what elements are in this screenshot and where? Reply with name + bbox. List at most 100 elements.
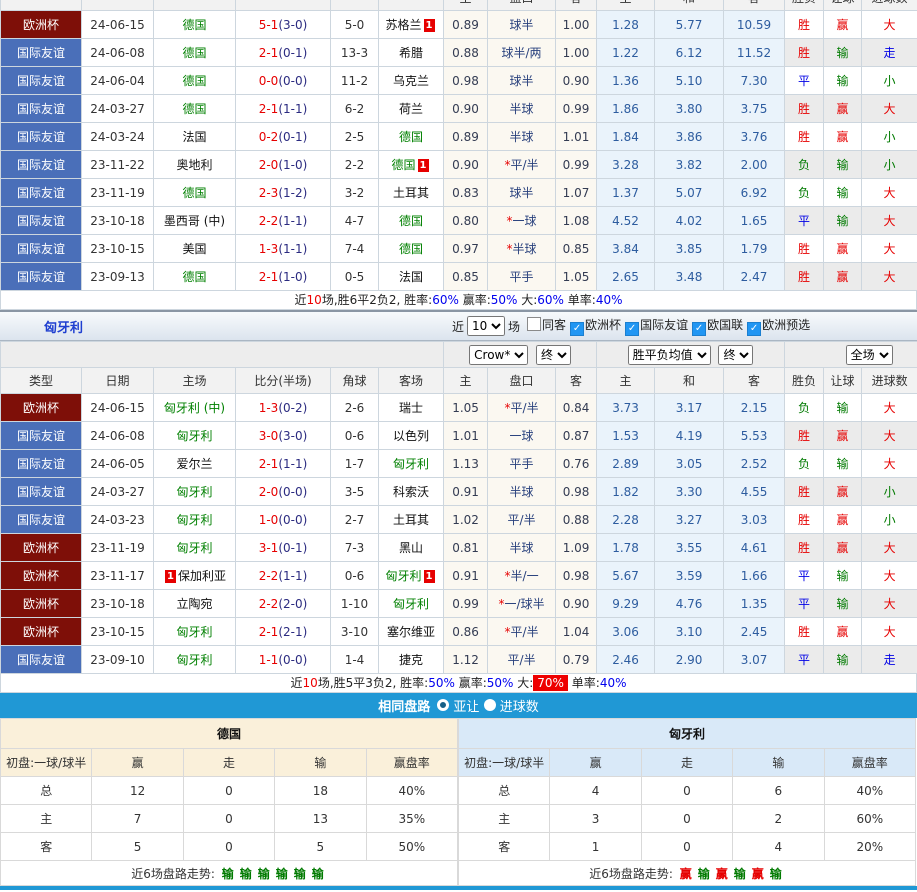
scope-select[interactable]: 全场 [846,345,893,365]
trend-item: 输 [222,867,234,881]
match-row: 国际友谊24-03-24法国0-2(0-1)2-5德国0.89半球1.011.8… [1,123,917,151]
match-cell-corner: 0-5 [331,263,379,291]
checkbox-checked[interactable]: ✓ [747,322,761,336]
team-name: 法国 [399,270,423,284]
match-cell-handicap: *半/一 [488,562,556,590]
asian-time-select[interactable]: 终 [536,345,571,365]
trend-item: 赢 [716,867,728,881]
trend-item: 输 [276,867,288,881]
team-name: 匈牙利 [386,569,422,583]
match-cell-euro-draw: 2.90 [655,646,724,674]
summary-part: 赢率: [455,676,487,690]
app-root: 主盘口客主和客胜负让球进球数 欧洲杯24-06-15德国5-1(3-0)5-0苏… [0,0,917,892]
stat-value: 50% [366,833,457,861]
match-cell-corner: 13-3 [331,39,379,67]
summary-part: 60% [537,293,564,307]
match-cell-home: 匈牙利 [154,618,236,646]
match-cell-result: 胜 [785,95,824,123]
match-cell-home: 德国 [154,95,236,123]
match-cell-date: 23-09-10 [82,646,154,674]
bottom-accent-line [0,886,917,890]
match-cell-score: 1-3(1-1) [236,235,331,263]
hungary-trend-values: 赢输赢输赢输 [677,867,785,881]
match-cell-handicap-result: 输 [824,67,862,95]
column-header-7: 盘口 [488,0,556,11]
match-cell-score: 2-1(2-1) [236,618,331,646]
bookmaker-select[interactable]: Crow* [469,345,528,365]
stat-value: 0 [641,805,732,833]
match-cell-away: 德国 [379,207,444,235]
near-label: 近 [452,318,464,335]
column-header-4 [331,0,379,11]
checkbox-checked[interactable]: ✓ [570,322,584,336]
match-row: 国际友谊24-03-27匈牙利2-0(0-0)3-5科索沃0.91半球0.981… [1,478,917,506]
column-header-8: 客 [556,0,597,11]
checkbox-checked[interactable]: ✓ [692,322,706,336]
radio-selected[interactable] [437,699,449,711]
match-cell-handicap: *一球 [488,207,556,235]
match-cell-goals: 大 [862,235,917,263]
match-cell-away: 匈牙利 [379,450,444,478]
match-row: 欧洲杯23-10-15匈牙利2-1(2-1)3-10塞尔维亚0.86*平/半1.… [1,618,917,646]
match-cell-date: 24-06-08 [82,39,154,67]
match-cell-corner: 2-5 [331,123,379,151]
germany-table-header-row: 主盘口客主和客胜负让球进球数 [1,0,917,11]
germany-trend-row: 近6场盘路走势: 输输输输输输 [1,861,458,886]
match-cell-corner: 0-6 [331,562,379,590]
match-cell-result: 胜 [785,11,824,39]
match-row: 国际友谊24-06-04德国0-0(0-0)11-2乌克兰0.98球半0.901… [1,67,917,95]
match-row: 国际友谊24-03-27德国2-1(1-1)6-2荷兰0.90半球0.991.8… [1,95,917,123]
column-header-6: 主 [444,368,488,394]
stat-value: 40% [366,777,457,805]
score-half: (1-2) [278,186,307,200]
radio-unselected[interactable] [484,699,496,711]
team-name: 德国 [399,242,423,256]
match-cell-euro-away: 3.03 [724,506,785,534]
match-cell-date: 24-03-23 [82,506,154,534]
match-cell-score: 2-0(0-0) [236,478,331,506]
checkbox-unchecked[interactable] [527,317,541,331]
match-cell-away: 以色列 [379,422,444,450]
star-mark: * [499,597,505,611]
match-cell-asian-home: 0.88 [444,39,488,67]
match-cell-handicap-result: 输 [824,39,862,67]
match-cell-type: 国际友谊 [1,646,82,674]
match-cell-result: 负 [785,179,824,207]
match-cell-result: 胜 [785,478,824,506]
match-cell-handicap-result: 输 [824,207,862,235]
match-cell-goals: 大 [862,422,917,450]
match-cell-score: 1-1(0-0) [236,646,331,674]
match-cell-handicap-result: 赢 [824,123,862,151]
match-cell-date: 23-10-18 [82,207,154,235]
match-count-select[interactable]: 10 [467,316,505,336]
stat-value: 0 [183,777,274,805]
match-cell-result: 平 [785,562,824,590]
match-cell-asian-away: 0.87 [556,422,597,450]
match-cell-asian-home: 0.80 [444,207,488,235]
hungary-trend-row: 近6场盘路走势: 赢输赢输赢输 [459,861,916,886]
column-header-2 [154,0,236,11]
match-cell-euro-draw: 3.48 [655,263,724,291]
match-cell-asian-home: 0.91 [444,478,488,506]
summary-part: 赢率: [459,293,491,307]
same-path-bar: 相同盘路 亚让 进球数 [0,693,917,718]
match-cell-score: 5-1(3-0) [236,11,331,39]
match-cell-result: 平 [785,67,824,95]
match-cell-handicap: 平/半 [488,646,556,674]
handicap-col-header: 走 [641,749,732,777]
match-cell-goals: 大 [862,207,917,235]
stat-value: 2 [733,805,824,833]
match-cell-home: 德国 [154,179,236,207]
match-cell-euro-draw: 4.19 [655,422,724,450]
team-name: 匈牙利 [176,485,212,499]
match-cell-euro-home: 1.78 [597,534,655,562]
match-cell-date: 24-06-05 [82,450,154,478]
euro-odds-select[interactable]: 胜平负均值 [628,345,711,365]
checkbox-checked[interactable]: ✓ [625,322,639,336]
euro-time-select[interactable]: 终 [718,345,753,365]
team-name: 德国 [182,270,206,284]
match-cell-type: 欧洲杯 [1,394,82,422]
match-cell-score: 3-1(0-1) [236,534,331,562]
match-cell-type: 国际友谊 [1,478,82,506]
hungary-handicap-title: 匈牙利 [459,719,916,749]
